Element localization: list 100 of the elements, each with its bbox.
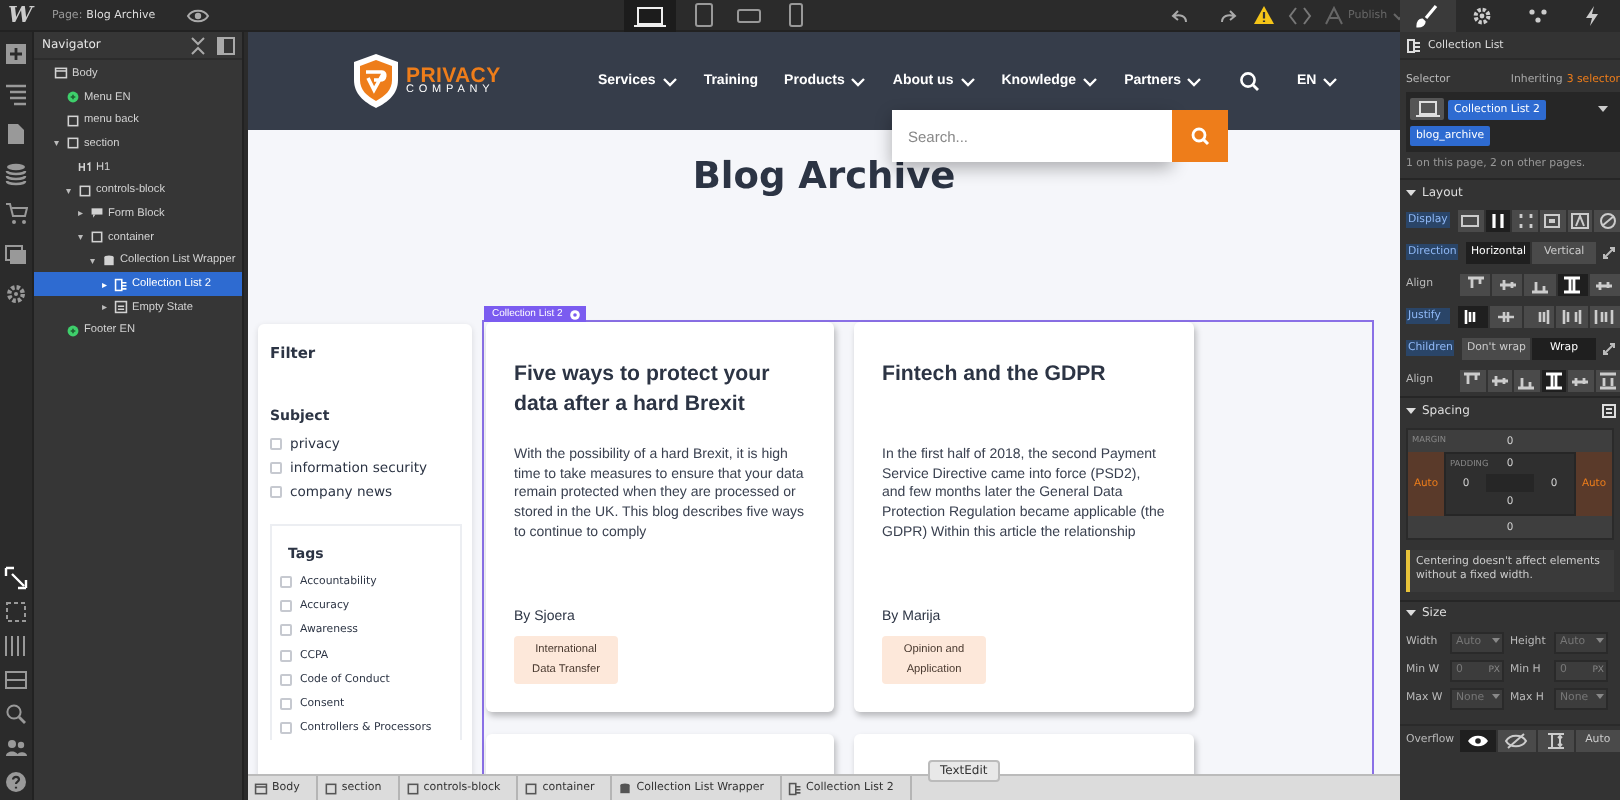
code-icon[interactable] [1288,3,1312,27]
settings-icon[interactable] [4,282,28,306]
collection-icon [788,781,803,795]
device-chip[interactable] [1410,98,1444,120]
align-icon [1597,371,1618,389]
warning-icon[interactable] [1252,4,1276,26]
collection-icon [1406,37,1422,53]
checkbox[interactable] [280,673,292,686]
caret-down-icon[interactable] [1598,106,1608,112]
logo-wordmark[interactable]: PRIVACY [406,65,501,86]
form-icon [90,206,104,221]
option-button[interactable] [1512,209,1539,231]
inline-block-icon [1542,211,1563,229]
add-icon[interactable] [4,42,28,66]
option-button[interactable] [1490,305,1522,327]
square-icon [524,781,539,795]
checkbox[interactable] [280,576,292,589]
images-icon[interactable] [4,242,28,266]
option-button[interactable] [1458,209,1484,231]
menu-icon[interactable] [1602,403,1616,417]
option-button[interactable] [1458,305,1489,327]
search-button[interactable] [1172,110,1228,162]
post-title[interactable]: Fintech and the GDPR [882,360,1166,436]
align-icon [1562,275,1583,293]
database-icon[interactable] [4,162,28,186]
dashed-box-icon[interactable] [4,600,28,624]
option-button[interactable] [1524,273,1556,295]
dock-icon[interactable] [216,35,236,55]
option-button[interactable] [1589,305,1620,327]
hidden-eye-icon [1504,731,1529,750]
option-button[interactable] [1595,369,1620,391]
option-button[interactable] [1487,369,1512,391]
post-card[interactable] [854,322,1194,712]
option-button[interactable] [1540,209,1566,231]
align-icon [1489,371,1510,389]
option-button[interactable] [1568,369,1593,391]
checkbox[interactable] [270,486,282,498]
tablet-icon [691,2,715,28]
search-icon[interactable] [4,702,28,726]
checkbox[interactable] [270,438,282,450]
none-icon [1597,211,1618,229]
people-icon[interactable] [4,736,28,760]
heading-icon [78,160,92,175]
laptop-icon [632,3,668,27]
option-button[interactable] [1589,273,1620,295]
app-logo[interactable]: W [8,2,42,28]
option-button[interactable] [1514,369,1539,391]
option-button[interactable] [1557,273,1588,295]
caret-down-icon[interactable] [1406,407,1416,413]
checkbox[interactable] [280,649,292,662]
scroll-icon [1543,731,1568,750]
option-button[interactable] [1460,729,1497,752]
caret-down-icon[interactable] [1406,189,1416,195]
page-icon [54,66,68,81]
option-button[interactable] [1460,273,1491,295]
checkbox[interactable] [280,600,292,613]
align-icon [1462,371,1483,389]
grid-icon[interactable] [4,634,28,658]
align-icon [1496,307,1517,325]
checkbox[interactable] [280,698,292,711]
page-icon[interactable] [4,122,28,146]
flex-icon [1488,211,1508,229]
align-icon [1594,307,1615,325]
checkbox[interactable] [270,462,282,474]
square-icon [405,781,420,795]
cart-icon[interactable] [4,202,28,226]
device-button[interactable] [624,0,676,31]
panel-tab[interactable] [1565,0,1620,31]
caret-down-icon[interactable] [1406,610,1416,617]
database-icon [618,781,633,795]
page-icon [254,781,268,795]
swap-icon[interactable] [1600,243,1618,261]
post-title[interactable]: Five ways to protect your data after a hard Brexit [514,360,806,436]
checkbox[interactable] [280,722,292,735]
help-icon[interactable] [4,770,28,794]
panel-tab[interactable] [1400,0,1455,31]
option-button[interactable] [1556,305,1588,327]
search-icon[interactable] [1238,70,1261,92]
option-button[interactable] [1498,729,1535,752]
option-button[interactable] [1492,273,1523,295]
post-card[interactable] [486,322,834,712]
swap-icon[interactable] [1600,339,1618,357]
option-button[interactable] [1594,209,1620,231]
eye-icon[interactable] [185,5,210,25]
x-ray-icon[interactable] [4,668,28,692]
layers-icon[interactable] [4,82,28,106]
option-button[interactable] [1460,369,1485,391]
option-button[interactable] [1523,305,1555,327]
collapse-icon[interactable] [188,35,208,55]
option-button[interactable] [1567,209,1593,231]
collection-icon [114,277,128,292]
checkbox[interactable] [280,624,292,637]
shield-logo-icon[interactable] [350,51,402,111]
eye-icon [1466,731,1491,750]
undo-icon[interactable] [1168,5,1188,25]
option-button[interactable] [1537,729,1574,752]
brush-icon [1415,3,1440,27]
selection-icon[interactable] [4,566,28,590]
option-button[interactable] [1485,209,1511,231]
redo-icon[interactable] [1220,5,1240,25]
